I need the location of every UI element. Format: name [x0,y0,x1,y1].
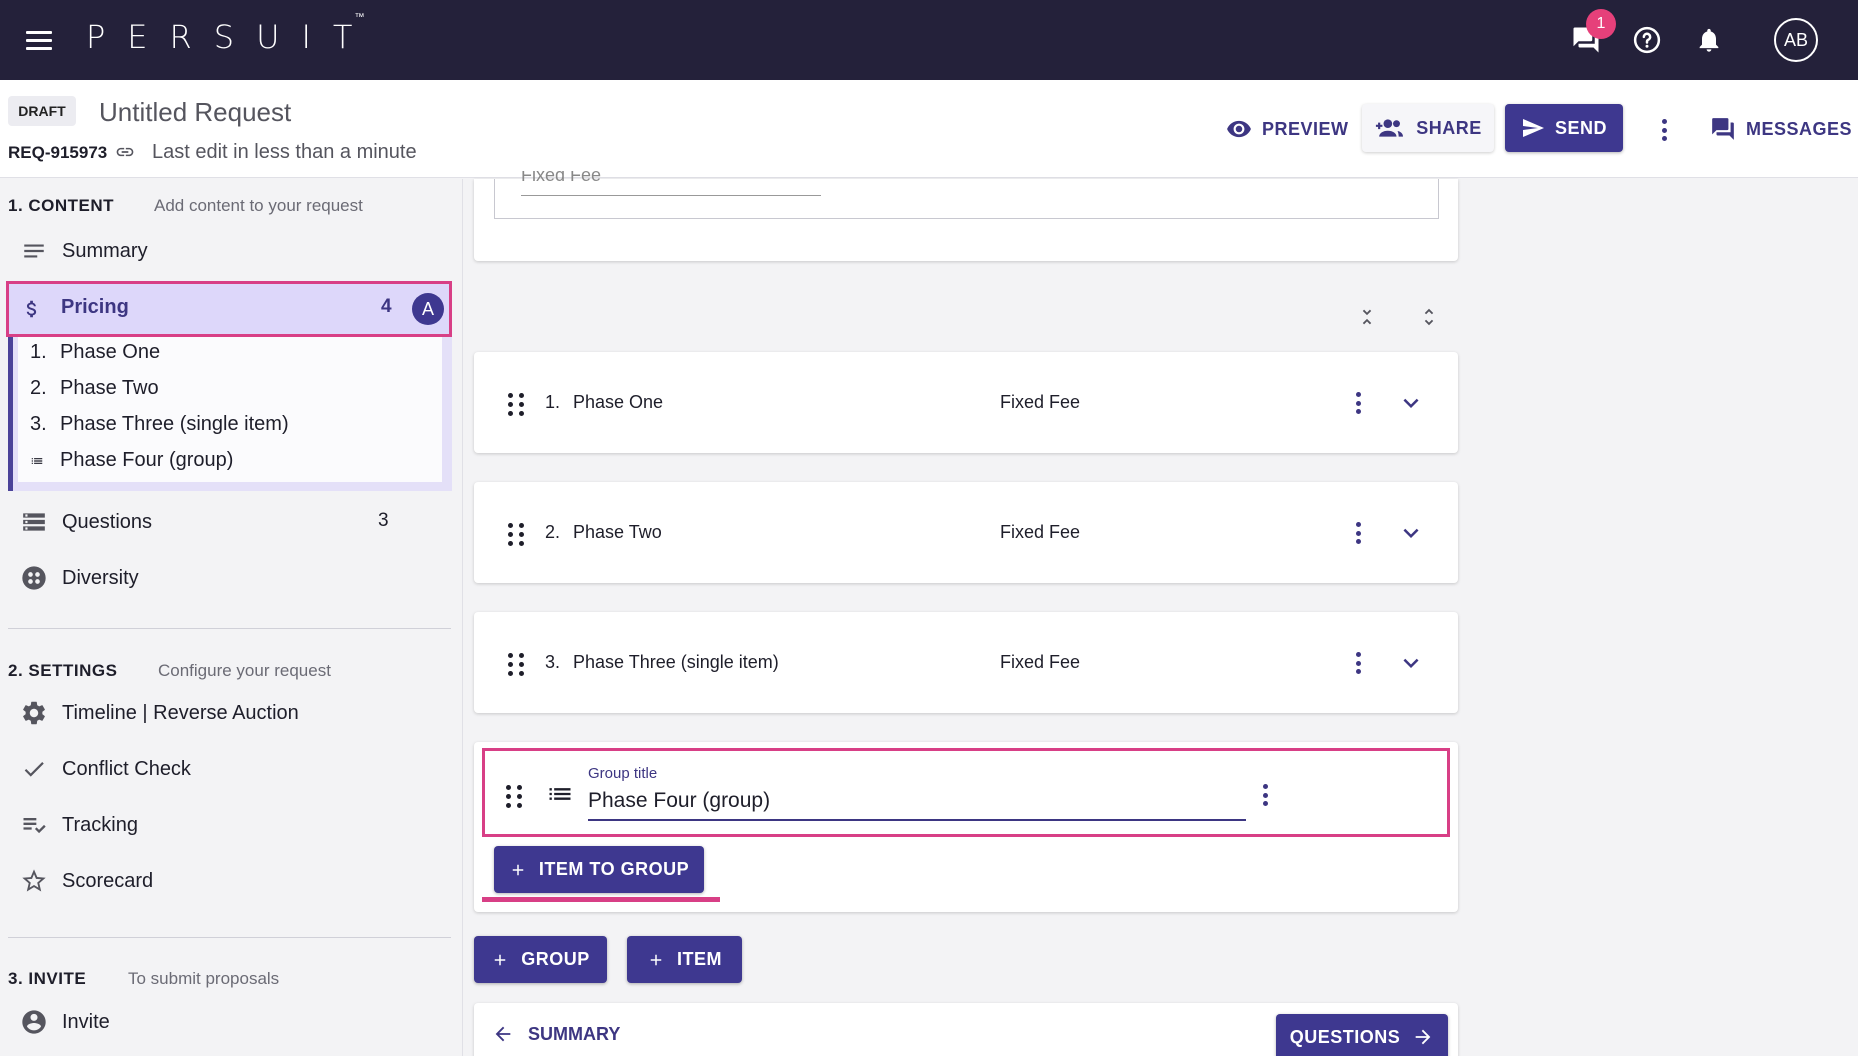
add-group-button[interactable]: GROUP [474,936,607,983]
field-outline: Fixed Fee [494,171,1439,219]
request-header: DRAFT Untitled Request REQ-915973 Last e… [0,80,1858,178]
sidebar-subitem-phase-one[interactable]: 1. Phase One [30,341,160,364]
pricing-count: 4 [381,296,392,317]
page-title[interactable]: Untitled Request [99,97,291,128]
add-item-button[interactable]: ITEM [627,936,742,983]
pricing-item-card-partial: Fixed Fee [474,171,1458,261]
sidebar-item-summary[interactable]: Summary [20,237,148,265]
pricing-status-badge: A [412,293,444,325]
dollar-icon [21,294,43,329]
pricing-subitems-list: 1. Phase One 2. Phase Two 3. Phase Three (s… [18,337,442,482]
group-title-row: Group title Phase Four (group) [482,748,1450,837]
sidebar-item-scorecard[interactable]: Scorecard [20,867,153,895]
sidebar-item-invite[interactable]: Invite [20,1008,110,1036]
arrow-left-icon [495,1026,511,1042]
account-circle-icon [20,1008,48,1036]
group-menu-icon[interactable] [1253,781,1277,809]
drag-handle-icon[interactable] [508,393,524,416]
list-icon [30,449,44,472]
sidebar-subitem-phase-three[interactable]: 3. Phase Three (single item) [30,413,289,436]
pricing-item-card[interactable]: 2. Phase Two Fixed Fee [474,482,1458,583]
link-icon[interactable] [113,142,137,167]
item-number: 2. [545,522,561,542]
pricing-item-card[interactable]: 1. Phase One Fixed Fee [474,352,1458,453]
sidebar-item-timeline[interactable]: Timeline | Reverse Auction [20,699,299,727]
item-number: 1. [545,392,561,412]
menu-icon[interactable] [24,26,54,52]
item-menu-icon[interactable] [1346,649,1370,677]
playlist-check-icon [20,811,48,839]
section-nav-card: SUMMARY QUESTIONS [474,1003,1458,1056]
send-button[interactable]: SEND [1505,104,1623,152]
item-pricing-type: Fixed Fee [1000,652,1081,672]
gear-icon [20,699,48,727]
sidebar-item-pricing[interactable]: Pricing 4 A [6,281,452,337]
bell-icon[interactable] [1689,20,1729,60]
back-to-summary-button[interactable]: SUMMARY [492,1023,620,1045]
sidebar-item-diversity[interactable]: Diversity [20,564,139,592]
collapse-all-icon[interactable] [1356,302,1378,337]
sidebar-subitem-phase-two[interactable]: 2. Phase Two [30,377,159,400]
status-badge: DRAFT [8,96,76,126]
expand-all-icon[interactable] [1418,302,1440,337]
drag-handle-icon[interactable] [508,653,524,676]
add-item-to-group-button[interactable]: ITEM TO GROUP [494,846,704,893]
diversity-icon [20,564,48,592]
preview-button[interactable]: PREVIEW [1226,116,1349,142]
star-icon [20,867,48,895]
sidebar-item-questions[interactable]: Questions [20,508,152,536]
check-icon [20,755,48,783]
content-section-subtitle: Add content to your request [154,196,363,215]
persuit-logo[interactable]: PERSUIT™ [86,12,384,56]
partial-field-text: Fixed Fee [521,171,602,181]
pricing-group-card: Group title Phase Four (group) ITEM TO G… [474,742,1458,912]
chevron-down-icon[interactable] [1396,518,1426,553]
share-button[interactable]: SHARE [1362,104,1494,152]
request-id: REQ-915973 [8,143,108,162]
group-add-icon [1376,119,1404,137]
eye-icon [1227,120,1251,138]
notes-icon [20,237,48,265]
sidebar-item-conflict-check[interactable]: Conflict Check [20,755,191,783]
more-options-icon[interactable] [1652,116,1676,144]
plus-icon [650,954,662,965]
drag-handle-icon[interactable] [506,785,522,808]
help-icon[interactable] [1627,20,1667,60]
plus-icon [512,864,524,875]
item-name: Phase Two [573,522,662,542]
item-name: Phase Three (single item) [573,652,779,672]
field-underline [521,195,821,196]
chevron-down-icon[interactable] [1396,388,1426,423]
item-pricing-type: Fixed Fee [1000,522,1081,542]
top-app-bar: PERSUIT™ 1 AB [0,0,1858,80]
arrow-right-icon [1415,1029,1431,1045]
content-section-heading: 1. CONTENT [8,196,115,215]
group-title-label: Group title [588,765,658,782]
highlight-underline [482,897,720,902]
sidebar-item-tracking[interactable]: Tracking [20,811,138,839]
item-name: Phase One [573,392,664,412]
plus-icon [494,954,506,965]
next-questions-button[interactable]: QUESTIONS [1276,1014,1448,1056]
group-title-input[interactable]: Phase Four (group) [588,787,1246,821]
notification-count-badge: 1 [1586,9,1616,39]
storage-icon [20,508,48,536]
pricing-item-card[interactable]: 3. Phase Three (single item) Fixed Fee [474,612,1458,713]
last-edit-status: Last edit in less than a minute [152,141,417,163]
forum-icon [1712,118,1734,140]
messages-button[interactable]: MESSAGES [1710,116,1852,142]
item-pricing-type: Fixed Fee [1000,392,1081,412]
sidebar-subitem-phase-four[interactable]: Phase Four (group) [30,449,233,472]
item-menu-icon[interactable] [1346,389,1370,417]
drag-handle-icon[interactable] [508,523,524,546]
item-number: 3. [545,652,561,672]
item-menu-icon[interactable] [1346,519,1370,547]
avatar[interactable]: AB [1774,18,1818,62]
send-icon [1522,119,1544,137]
list-icon [546,780,574,813]
chevron-down-icon[interactable] [1396,648,1426,683]
